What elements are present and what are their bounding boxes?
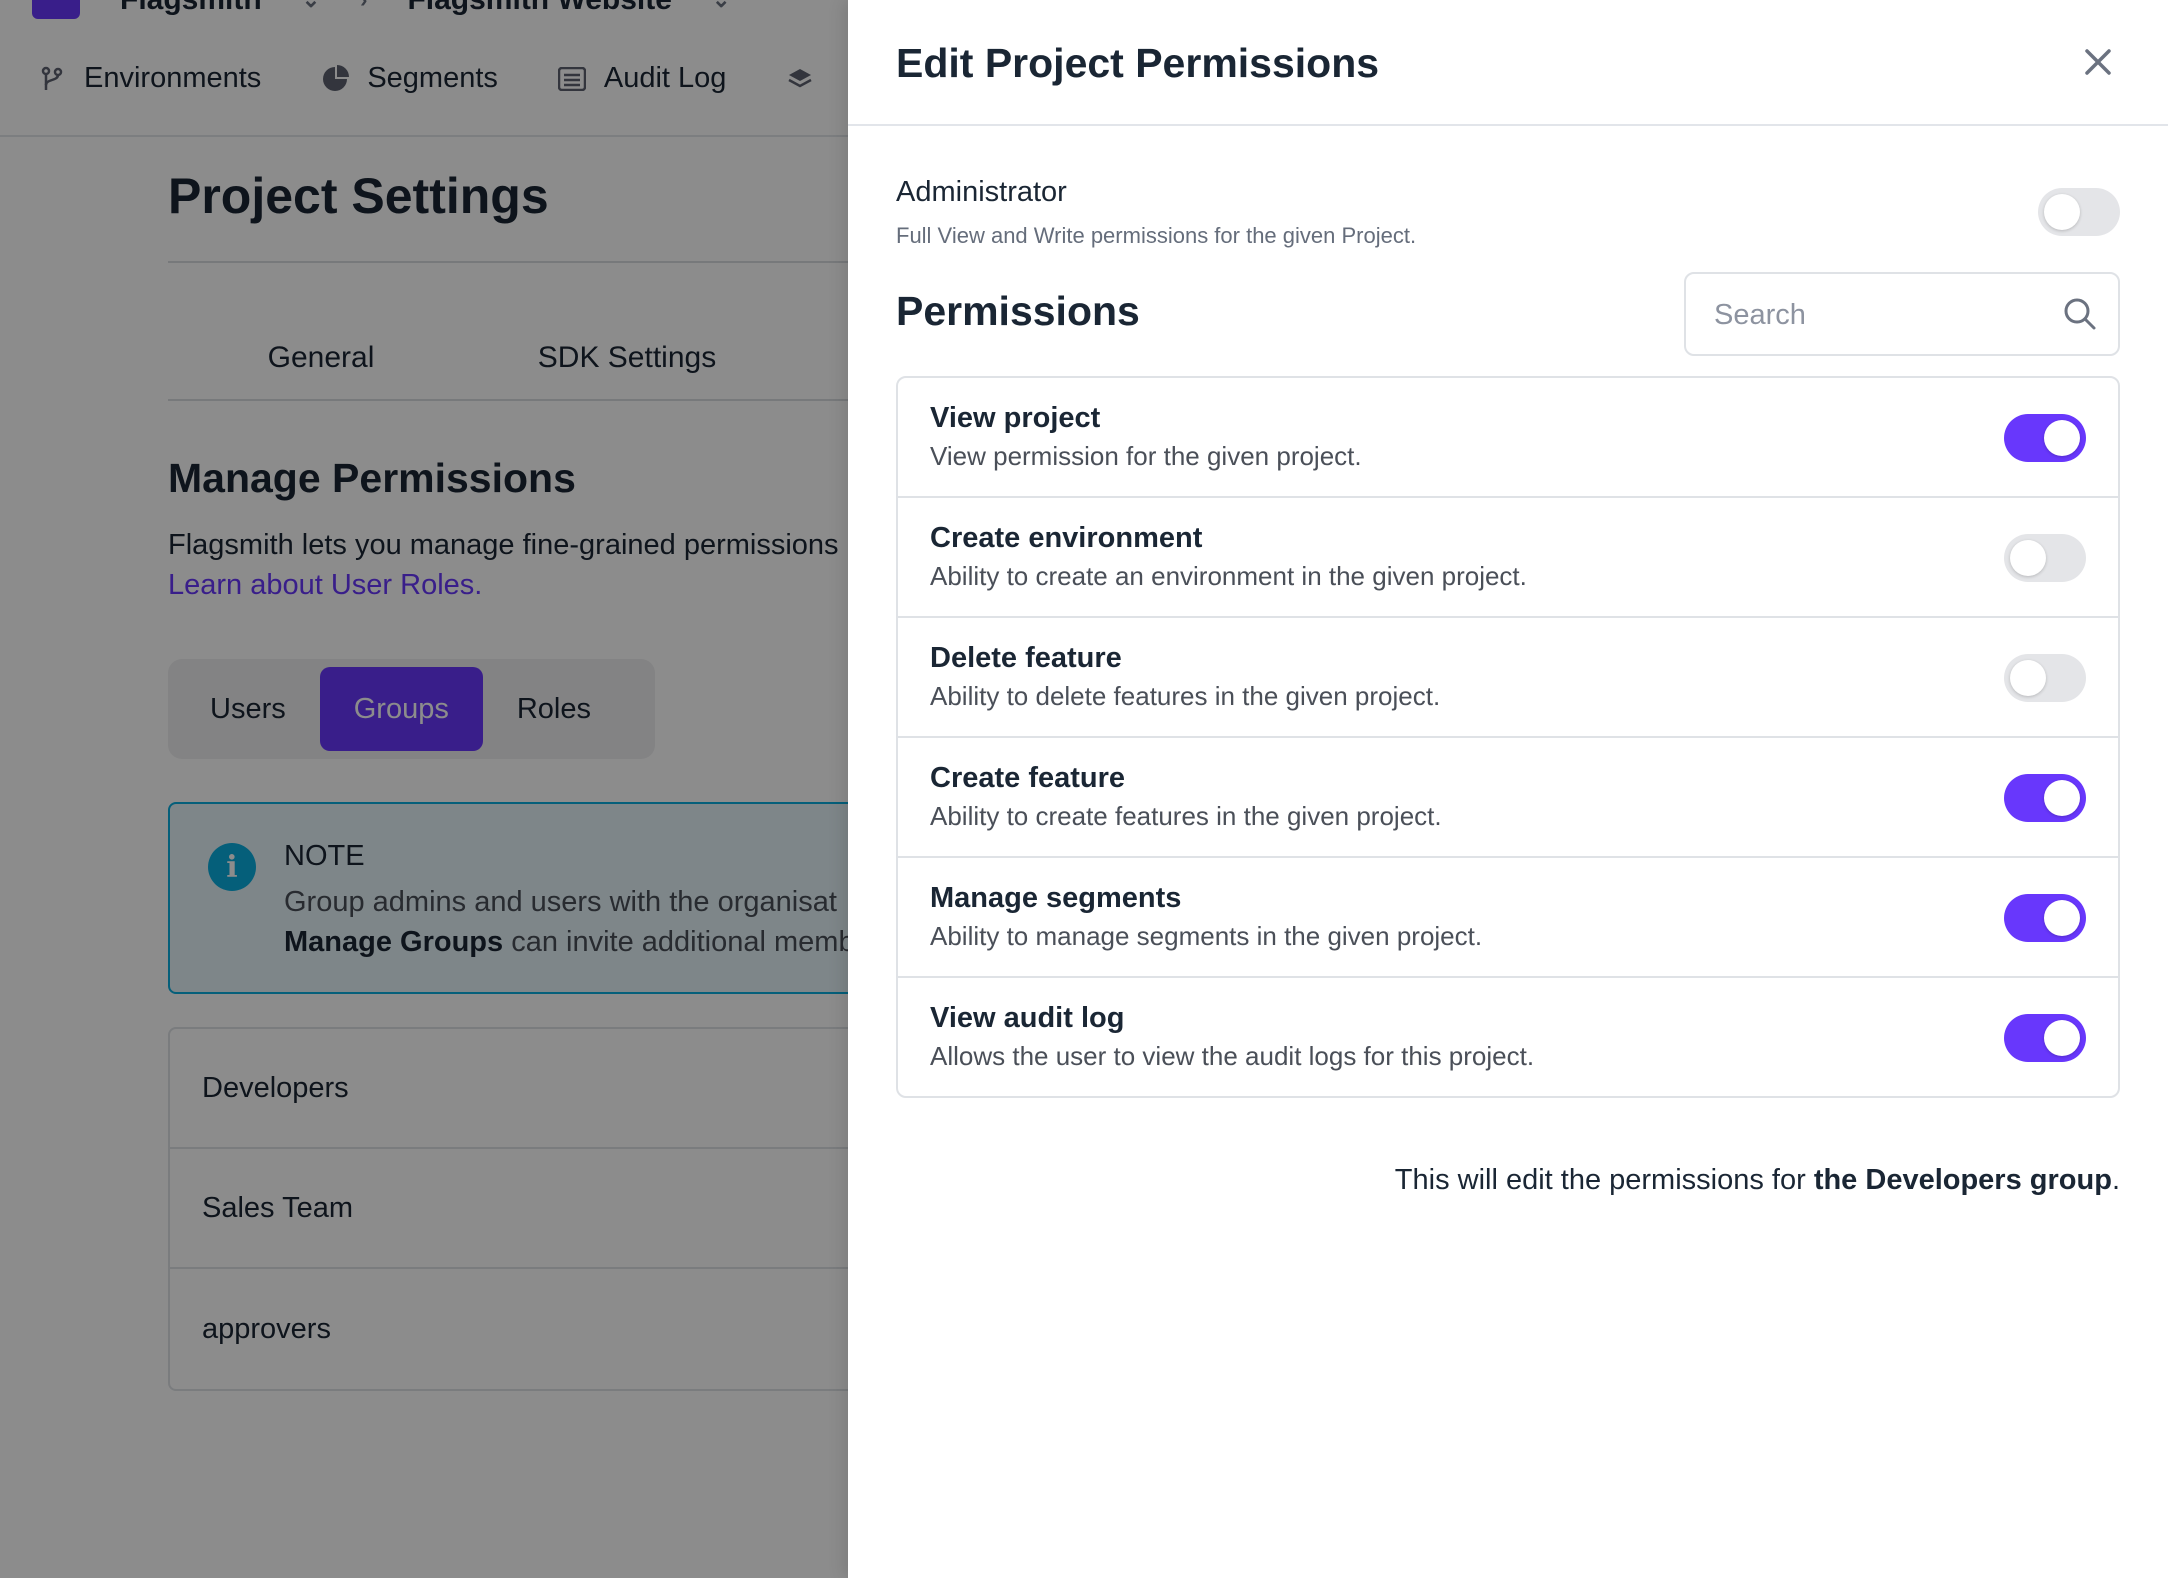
close-icon: [2085, 49, 2111, 75]
permission-row-view-audit-log: View audit log Allows the user to view t…: [898, 978, 2118, 1096]
permission-description: Ability to delete features in the given …: [930, 681, 1441, 711]
toggle-knob: [2044, 194, 2080, 230]
permission-name: Delete feature: [930, 642, 1122, 674]
permission-description: Ability to create features in the given …: [930, 801, 1442, 831]
permission-row-manage-segments: Manage segments Ability to manage segmen…: [898, 858, 2118, 978]
edit-permissions-panel: Edit Project Permissions Administrator F…: [848, 0, 2168, 1578]
delete-feature-toggle[interactable]: [2004, 654, 2086, 702]
footer-prefix: This will edit the permissions for: [1394, 1164, 1814, 1196]
administrator-toggle[interactable]: [2038, 188, 2120, 236]
permission-name: Create environment: [930, 522, 1203, 554]
toggle-knob: [2044, 1020, 2080, 1056]
toggle-knob: [2010, 540, 2046, 576]
administrator-label: Administrator: [896, 176, 1067, 208]
permission-name: Manage segments: [930, 882, 1182, 914]
permission-row-create-environment: Create environment Ability to create an …: [898, 498, 2118, 618]
permission-description: View permission for the given project.: [930, 441, 1362, 471]
toggle-knob: [2044, 420, 2080, 456]
search-icon: [2064, 298, 2096, 330]
permission-name: Create feature: [930, 762, 1126, 794]
permission-name: View audit log: [930, 1002, 1125, 1034]
permission-description: Allows the user to view the audit logs f…: [930, 1041, 1535, 1071]
view-project-toggle[interactable]: [2004, 414, 2086, 462]
close-button[interactable]: [2076, 40, 2120, 84]
permissions-heading: Permissions: [896, 288, 1140, 334]
footer-suffix: .: [2111, 1164, 2120, 1196]
permissions-list: View project View permission for the giv…: [896, 376, 2120, 1098]
footer-target-group: the Developers group: [1813, 1164, 2112, 1196]
panel-header: Edit Project Permissions: [848, 0, 2168, 126]
manage-segments-toggle[interactable]: [2004, 894, 2086, 942]
permission-row-create-feature: Create feature Ability to create feature…: [898, 738, 2118, 858]
toggle-knob: [2044, 900, 2080, 936]
permission-name: View project: [930, 402, 1101, 434]
panel-title: Edit Project Permissions: [896, 40, 1380, 86]
view-audit-log-toggle[interactable]: [2004, 1014, 2086, 1062]
toggle-knob: [2010, 660, 2046, 696]
create-feature-toggle[interactable]: [2004, 774, 2086, 822]
administrator-description: Full View and Write permissions for the …: [896, 223, 1417, 248]
search-input[interactable]: [1714, 292, 2034, 338]
search-box: [1684, 272, 2120, 356]
footer-note: This will edit the permissions for the D…: [1395, 1164, 2120, 1197]
permission-row-delete-feature: Delete feature Ability to delete feature…: [898, 618, 2118, 738]
create-environment-toggle[interactable]: [2004, 534, 2086, 582]
permission-description: Ability to create an environment in the …: [930, 561, 1527, 591]
permission-description: Ability to manage segments in the given …: [930, 921, 1483, 951]
permission-row-view-project: View project View permission for the giv…: [898, 378, 2118, 498]
toggle-knob: [2044, 780, 2080, 816]
